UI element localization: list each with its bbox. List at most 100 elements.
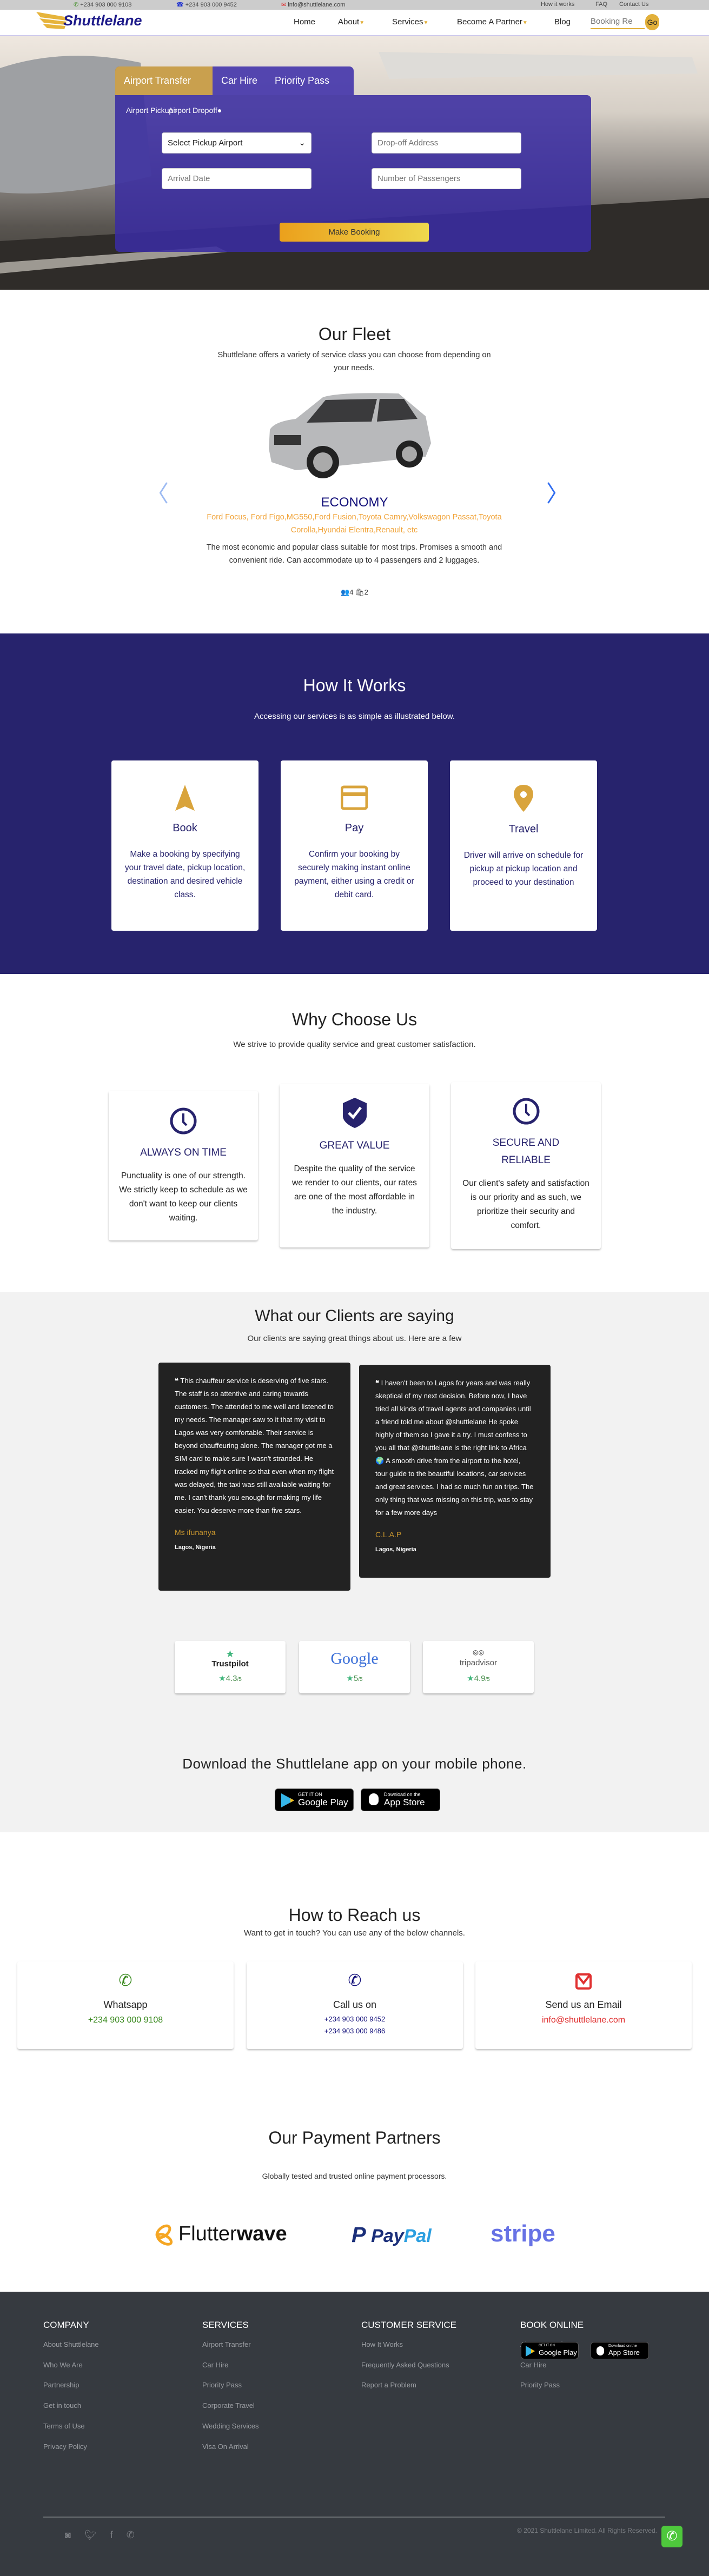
phone-link[interactable]: +234 903 000 9452 [247, 2015, 463, 2023]
fleet-title: Our Fleet [318, 324, 391, 344]
arrival-date-input[interactable] [162, 168, 312, 189]
apple-icon [369, 1793, 379, 1805]
email-link[interactable]: info@shuttlelane.com [475, 2016, 692, 2025]
map-pin-icon [514, 785, 533, 812]
booking-form: Airport Pickup○ Airport Dropoff● Select … [115, 95, 591, 252]
step-card-pay: Pay Confirm your booking by securely maki… [281, 760, 428, 931]
footer-link[interactable]: Get in touch [43, 2401, 81, 2410]
tab-car-hire[interactable]: Car Hire [213, 66, 266, 95]
testimonials-subtitle: Our clients are saying great things abou… [247, 1334, 462, 1343]
main-nav: Shuttlelane Home About▼ Services▼ Become… [0, 10, 709, 36]
topbar-email[interactable]: ✉ info@shuttlelane.com [281, 1, 345, 8]
economy-car-image [269, 393, 431, 478]
radio-airport-dropoff[interactable]: Airport Dropoff● [168, 106, 222, 115]
footer-link[interactable]: Privacy Policy [43, 2442, 87, 2451]
topbar-link-contact[interactable]: Contact Us [619, 1, 648, 8]
footer-link[interactable]: Partnership [43, 2381, 79, 2389]
footer-link[interactable]: Wedding Services [202, 2422, 259, 2430]
testimonials-title: What our Clients are saying [255, 1307, 454, 1325]
tab-priority-pass[interactable]: Priority Pass [266, 66, 338, 95]
mail-icon [575, 1973, 592, 1990]
rating-card-tripadvisor[interactable]: ◎◎ tripadvisor ★4.9/5 [423, 1641, 534, 1693]
nav-partner[interactable]: Become A Partner▼ [457, 17, 528, 26]
footer-link[interactable]: Car Hire [520, 2361, 546, 2369]
instagram-icon[interactable]: ◙ [65, 2530, 71, 2540]
logo[interactable]: Shuttlelane [35, 10, 143, 31]
facebook-icon[interactable]: f [110, 2530, 113, 2540]
google-play-icon [526, 2346, 535, 2357]
payment-subtitle: Globally tested and trusted online payme… [262, 2172, 447, 2180]
caret-down-icon: ▼ [423, 20, 429, 26]
why-title: Why Choose Us [291, 1010, 418, 1029]
footer-link[interactable]: Priority Pass [520, 2381, 560, 2389]
how-title: How It Works [303, 676, 406, 695]
footer-link[interactable]: Airport Transfer [202, 2340, 251, 2348]
fleet-subtitle: Shuttlelane offers a variety of service … [217, 351, 491, 372]
pickup-airport-select[interactable]: Select Pickup Airport ⌄ [162, 132, 312, 154]
shield-check-icon [342, 1098, 367, 1128]
phone-link[interactable]: +234 903 000 9486 [247, 2027, 463, 2035]
social-links: ◙ 🐦︎ f ✆ [65, 2530, 135, 2541]
why-card-great-value: GREAT VALUE Despite the quality of the se… [280, 1084, 429, 1247]
topbar-link-how[interactable]: How it works [541, 1, 574, 8]
mail-icon: ✉ [281, 2, 287, 8]
why-card-secure: SECURE AND RELIABLE Our client's safety a… [451, 1082, 601, 1249]
trustpilot-star-icon: ★ [226, 1649, 235, 1659]
nav-blog[interactable]: Blog [554, 17, 571, 26]
flutterwave-butterfly-icon [155, 2224, 173, 2246]
navigation-arrow-icon [175, 785, 195, 811]
tab-airport-transfer[interactable]: Airport Transfer [115, 66, 213, 95]
footer-link[interactable]: How It Works [361, 2340, 403, 2348]
nav-services[interactable]: Services▼ [392, 17, 428, 26]
footer-link[interactable]: Terms of Use [43, 2422, 85, 2430]
phone-icon: ☎ [176, 2, 184, 8]
booking-tabs: Airport Transfer Car Hire Priority Pass [115, 66, 354, 95]
footer-link[interactable]: Car Hire [202, 2361, 228, 2369]
testimonial-card: ❝ I haven't been to Lagos for years and … [359, 1365, 551, 1578]
star-icon: ★ [467, 1674, 474, 1683]
make-booking-button[interactable]: Make Booking [280, 223, 429, 242]
why-card-on-time: ALWAYS ON TIME Punctuality is one of our … [109, 1091, 258, 1240]
footer-link[interactable]: About Shuttlelane [43, 2340, 99, 2348]
footer-app-store-button[interactable]: Download on the App Store [591, 2342, 649, 2359]
footer-link[interactable]: Priority Pass [202, 2381, 242, 2389]
testimonials-section: What our Clients are saying Our clients … [0, 1292, 709, 1832]
stripe-logo: stripe [491, 2220, 555, 2247]
footer-link[interactable]: Visa On Arrival [202, 2442, 249, 2451]
booking-reference-input[interactable] [591, 14, 645, 29]
footer-google-play-button[interactable]: GET IT ON Google Play [521, 2342, 579, 2359]
passengers-input[interactable] [372, 168, 521, 189]
app-store-button[interactable]: Download on the App Store [361, 1788, 440, 1811]
reach-title: How to Reach us [288, 1905, 421, 1925]
footer: COMPANY About Shuttlelane Who We Are Partne… [0, 2292, 709, 2576]
topbar-whatsapp[interactable]: ✆ +234 903 000 9108 [74, 1, 131, 8]
star-icon: ★ [346, 1674, 354, 1683]
rating-card-trustpilot[interactable]: ★ Trustpilot ★4.3/5 [175, 1641, 286, 1693]
apple-icon [597, 2346, 604, 2355]
go-button[interactable]: Go [645, 14, 659, 30]
twitter-icon[interactable]: 🐦︎ [84, 2530, 97, 2540]
flutterwave-logo: Flutterwave [151, 2223, 287, 2247]
whatsapp-icon: ✆ [118, 1972, 132, 1990]
whatsapp-float-button[interactable]: ✆ [661, 2526, 683, 2547]
footer-link[interactable]: Corporate Travel [202, 2401, 255, 2410]
download-title: Download the Shuttlelane app on your mob… [182, 1756, 527, 1772]
whatsapp-icon[interactable]: ✆ [127, 2530, 135, 2540]
topbar-phone[interactable]: ☎ +234 903 000 9452 [176, 1, 237, 8]
nav-about[interactable]: About▼ [338, 17, 365, 26]
rating-value: ★4.3/5 [218, 1674, 242, 1683]
footer-link[interactable]: Frequently Asked Questions [361, 2361, 449, 2369]
google-play-button[interactable]: GET IT ON Google Play [275, 1788, 354, 1811]
footer-link[interactable]: Report a Problem [361, 2381, 416, 2389]
dropoff-address-input[interactable] [372, 132, 521, 154]
footer-heading: CUSTOMER SERVICE [361, 2320, 457, 2330]
hero-banner: Airport Transfer Car Hire Priority Pass … [0, 36, 709, 290]
nav-home[interactable]: Home [294, 17, 315, 26]
topbar-link-faq[interactable]: FAQ [595, 1, 607, 8]
clock-icon [170, 1107, 197, 1134]
rating-card-google[interactable]: Google ★5/5 [299, 1641, 410, 1693]
footer-link[interactable]: Who We Are [43, 2361, 83, 2369]
whatsapp-number-link[interactable]: +234 903 000 9108 [17, 2016, 234, 2025]
caret-down-icon: ▼ [522, 20, 528, 26]
quote-icon: ❝ [175, 1377, 178, 1385]
